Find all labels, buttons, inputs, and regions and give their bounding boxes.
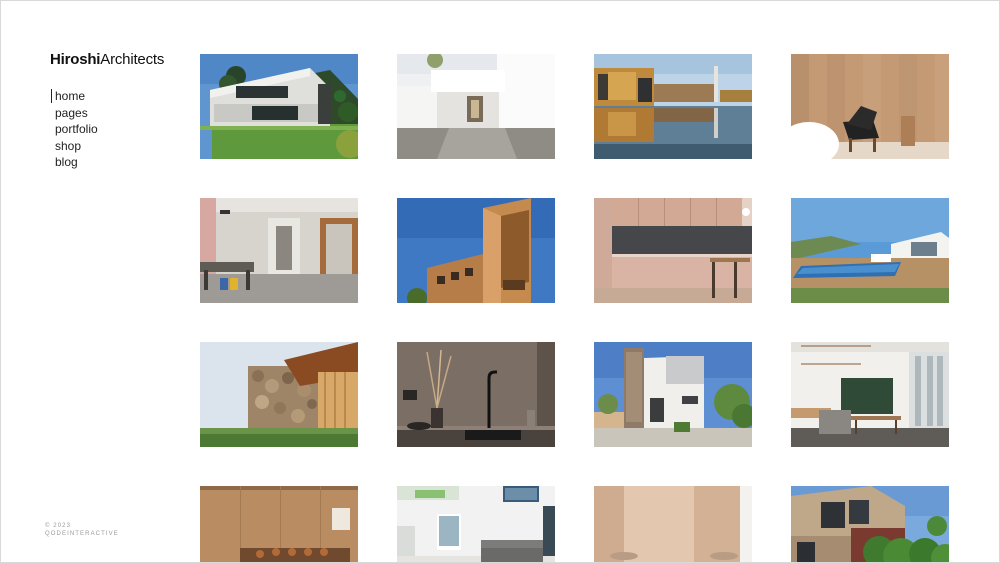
nav-item-shop[interactable]: shop	[51, 138, 98, 155]
white-house-image	[594, 342, 752, 447]
gallery-image-concrete-interior[interactable]	[200, 198, 358, 303]
copyright: © 2023 QODEINTERACTIVE	[45, 522, 119, 538]
gallery-image-wood-interior[interactable]	[791, 54, 949, 159]
gallery-image-concrete-house[interactable]	[200, 54, 358, 159]
wooden-boardroom-image	[200, 486, 358, 562]
copyright-year: © 2023	[45, 523, 72, 529]
gallery-image-white-entrance[interactable]	[397, 54, 555, 159]
white-entrance-image	[397, 54, 555, 159]
dark-kitchen-image	[397, 342, 555, 447]
nav-item-blog[interactable]: blog	[51, 154, 98, 171]
nav-item-portfolio[interactable]: portfolio	[51, 121, 98, 138]
concrete-house-image	[200, 54, 358, 159]
gallery-image-green-wall-interior[interactable]	[791, 342, 949, 447]
gallery-image-white-living-room[interactable]	[397, 486, 555, 562]
gallery-image-stone-wall[interactable]	[200, 342, 358, 447]
pool-villa-image	[791, 198, 949, 303]
stone-wall-image	[200, 342, 358, 447]
nav-item-pages[interactable]: pages	[51, 105, 98, 122]
logo-name-bold: Hiroshi	[50, 51, 101, 68]
gallery-image-pink-kitchen[interactable]	[594, 198, 752, 303]
beige-interior-image	[594, 486, 752, 562]
gallery-image-waterfront-townhouses[interactable]	[594, 54, 752, 159]
main-nav: home pages portfolio shop blog	[51, 88, 98, 171]
site-logo[interactable]: HiroshiArchitects	[50, 51, 164, 68]
wood-interior-image	[791, 54, 949, 159]
copyright-company: QODEINTERACTIVE	[45, 531, 119, 537]
gallery-image-wooden-boardroom[interactable]	[200, 486, 358, 562]
concrete-interior-image	[200, 198, 358, 303]
white-living-room-image	[397, 486, 555, 562]
logo-name-light: Architects	[100, 51, 165, 68]
gallery-image-white-house[interactable]	[594, 342, 752, 447]
timber-tower-image	[397, 198, 555, 303]
portfolio-grid	[200, 54, 950, 562]
gallery-image-pool-villa[interactable]	[791, 198, 949, 303]
gallery-image-dark-kitchen[interactable]	[397, 342, 555, 447]
nav-item-home[interactable]: home	[51, 88, 98, 105]
gallery-image-brick-house[interactable]	[791, 486, 949, 562]
brick-house-image	[791, 486, 949, 562]
gallery-image-beige-interior[interactable]	[594, 486, 752, 562]
pink-kitchen-image	[594, 198, 752, 303]
waterfront-image	[594, 54, 752, 159]
green-wall-interior-image	[791, 342, 949, 447]
page: HiroshiArchitects home pages portfolio s…	[0, 0, 1000, 563]
gallery-image-timber-tower[interactable]	[397, 198, 555, 303]
